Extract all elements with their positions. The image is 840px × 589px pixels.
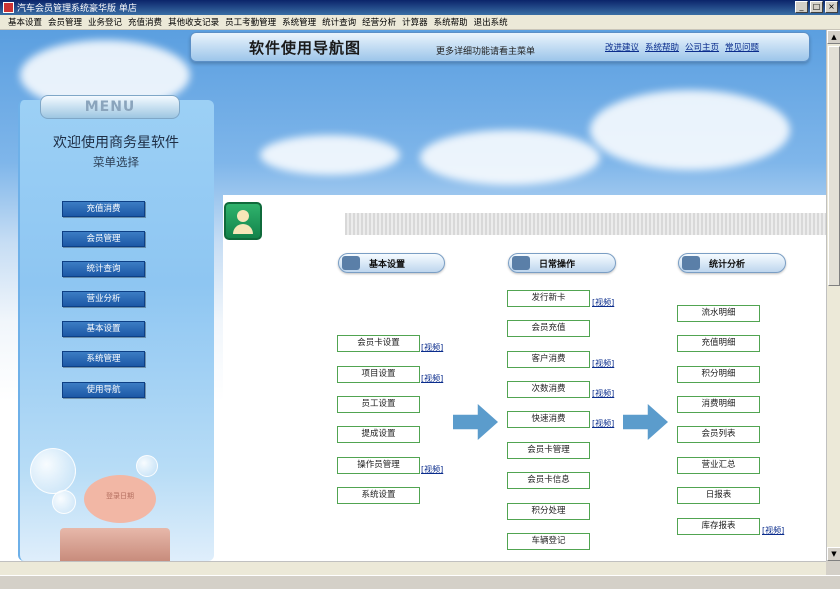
video-link[interactable]: [视频]	[592, 388, 614, 399]
link-system-help[interactable]: 系统帮助	[645, 41, 679, 53]
issue-new-card-button[interactable]: 发行新卡	[507, 290, 590, 307]
header-banner: 软件使用导航图 更多详细功能请看主菜单 改进建议 系统帮助 公司主页 常见问题	[190, 32, 810, 62]
page-title: 软件使用导航图	[249, 39, 362, 57]
contacts-book-icon	[224, 202, 262, 240]
menu-exit-system[interactable]: 退出系统	[471, 16, 511, 28]
nav-recharge-consume-button[interactable]: 充值消费	[62, 201, 145, 217]
title-bar: 汽车会员管理系统豪华版 单店 _ □ ×	[0, 0, 840, 15]
nav-basic-settings-button[interactable]: 基本设置	[62, 321, 145, 337]
app-icon	[3, 2, 14, 13]
video-link[interactable]: [视频]	[421, 373, 443, 384]
status-bar	[0, 575, 840, 589]
menu-bar: 基本设置 会员管理 业务登记 充值消费 其他收支记录 员工考勤管理 系统管理 统…	[0, 15, 840, 30]
video-link[interactable]: [视频]	[592, 358, 614, 369]
sky-cloud	[260, 135, 400, 175]
video-link[interactable]: [视频]	[421, 342, 443, 353]
video-link[interactable]: [视频]	[421, 464, 443, 475]
menu-other-income-expense[interactable]: 其他收支记录	[165, 16, 222, 28]
count-consumption-button[interactable]: 次数消费	[507, 381, 590, 398]
menu-system-management[interactable]: 系统管理	[279, 16, 319, 28]
welcome-text: 欢迎使用商务星软件	[53, 135, 179, 151]
menu-member-management[interactable]: 会员管理	[45, 16, 85, 28]
nav-system-management-button[interactable]: 系统管理	[62, 351, 145, 367]
main-content: 软件使用导航图 更多详细功能请看主菜单 改进建议 系统帮助 公司主页 常见问题 …	[0, 30, 826, 561]
item-settings-button[interactable]: 项目设置	[337, 366, 420, 383]
minimize-button[interactable]: _	[795, 1, 808, 13]
video-link[interactable]: [视频]	[592, 297, 614, 308]
operations-icon	[512, 256, 530, 270]
transaction-details-button[interactable]: 流水明细	[677, 305, 760, 322]
member-recharge-button[interactable]: 会员充值	[507, 320, 590, 337]
link-company-homepage[interactable]: 公司主页	[685, 41, 719, 53]
member-card-settings-button[interactable]: 会员卡设置	[337, 335, 420, 352]
video-link[interactable]: [视频]	[592, 418, 614, 429]
sky-cloud	[420, 130, 600, 185]
recharge-details-button[interactable]: 充值明细	[677, 335, 760, 352]
operator-management-button[interactable]: 操作员管理	[337, 457, 420, 474]
scroll-thumb[interactable]	[828, 46, 840, 286]
nav-statistics-query-button[interactable]: 统计查询	[62, 261, 145, 277]
commission-settings-button[interactable]: 提成设置	[337, 426, 420, 443]
menu-system-help[interactable]: 系统帮助	[431, 16, 471, 28]
menu-business-analysis[interactable]: 经营分析	[359, 16, 399, 28]
section-title: 统计分析	[709, 260, 746, 270]
system-settings-button[interactable]: 系统设置	[337, 487, 420, 504]
member-card-info-button[interactable]: 会员卡信息	[507, 472, 590, 489]
member-list-button[interactable]: 会员列表	[677, 426, 760, 443]
horizontal-scrollbar[interactable]	[0, 561, 826, 575]
nav-business-analysis-button[interactable]: 营业分析	[62, 291, 145, 307]
menu-staff-attendance[interactable]: 员工考勤管理	[222, 16, 279, 28]
inventory-report-button[interactable]: 库存报表	[677, 518, 760, 535]
section-title: 日常操作	[539, 260, 576, 270]
page-subtitle: 更多详细功能请看主菜单	[436, 47, 536, 57]
menu-basic-settings[interactable]: 基本设置	[5, 16, 45, 28]
consumption-details-button[interactable]: 消费明细	[677, 396, 760, 413]
quick-consumption-button[interactable]: 快速消费	[507, 411, 590, 428]
sky-cloud	[590, 90, 790, 170]
nav-member-management-button[interactable]: 会员管理	[62, 231, 145, 247]
business-summary-button[interactable]: 营业汇总	[677, 457, 760, 474]
chart-icon	[682, 256, 700, 270]
link-suggestions[interactable]: 改进建议	[605, 41, 639, 53]
close-button[interactable]: ×	[825, 1, 838, 13]
menu-business-registration[interactable]: 业务登记	[85, 16, 125, 28]
dotted-banner	[345, 213, 826, 235]
scroll-down-icon[interactable]: ▼	[827, 547, 840, 561]
vertical-scrollbar[interactable]: ▲ ▼	[826, 30, 840, 561]
section-basic-settings-header: 基本设置	[338, 253, 445, 273]
menu-calculator[interactable]: 计算器	[399, 16, 431, 28]
video-link[interactable]: [视频]	[762, 525, 784, 536]
login-date-label: 登录日期	[106, 492, 134, 500]
nav-user-guide-button[interactable]: 使用导航	[62, 382, 145, 398]
section-title: 基本设置	[369, 260, 406, 270]
daily-report-button[interactable]: 日报表	[677, 487, 760, 504]
points-processing-button[interactable]: 积分处理	[507, 503, 590, 520]
decorative-bubble	[52, 490, 76, 514]
menu-select-text: 菜单选择	[93, 155, 139, 169]
scroll-up-icon[interactable]: ▲	[827, 30, 840, 44]
section-daily-operations-header: 日常操作	[508, 253, 616, 273]
customer-consumption-button[interactable]: 客户消费	[507, 351, 590, 368]
menu-statistics-query[interactable]: 统计查询	[319, 16, 359, 28]
vehicle-registration-button[interactable]: 车辆登记	[507, 533, 590, 550]
points-details-button[interactable]: 积分明细	[677, 366, 760, 383]
menu-recharge-consume[interactable]: 充值消费	[125, 16, 165, 28]
section-statistics-analysis-header: 统计分析	[678, 253, 786, 273]
member-card-management-button[interactable]: 会员卡管理	[507, 442, 590, 459]
staff-settings-button[interactable]: 员工设置	[337, 396, 420, 413]
link-faq[interactable]: 常见问题	[725, 41, 759, 53]
sign-stand	[60, 528, 170, 561]
maximize-button[interactable]: □	[810, 1, 823, 13]
window-title: 汽车会员管理系统豪华版 单店	[17, 4, 137, 14]
decorative-bubble	[30, 448, 76, 494]
menu-tab: MENU	[40, 95, 180, 119]
decorative-bubble	[136, 455, 158, 477]
settings-icon	[342, 256, 360, 270]
